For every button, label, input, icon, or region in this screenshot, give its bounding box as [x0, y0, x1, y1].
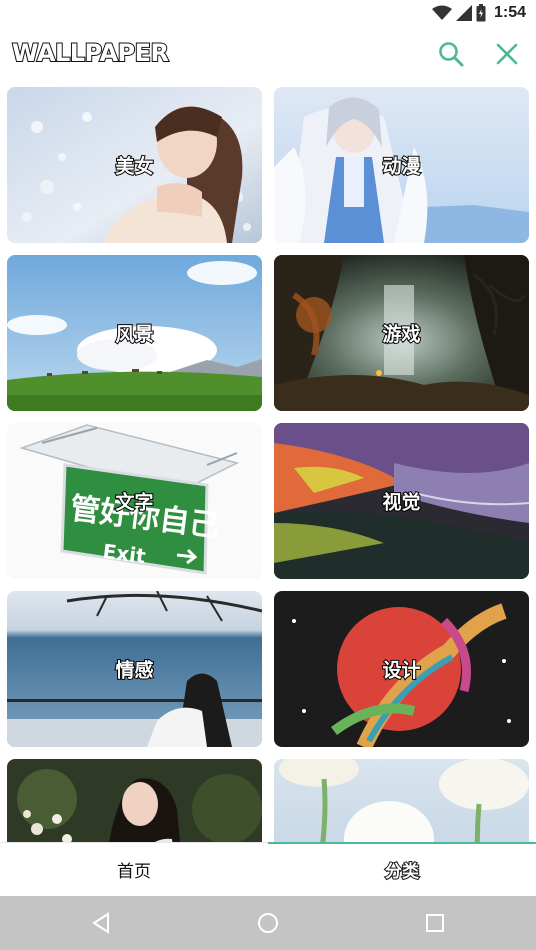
category-label: 动漫: [381, 155, 421, 179]
category-card-text[interactable]: 管好你自己 Exit 文字: [7, 423, 262, 579]
tab-home-label: 首页: [117, 862, 151, 882]
story-photo: [274, 759, 529, 842]
category-label: 游戏: [381, 323, 421, 347]
status-icons: 1:54: [431, 2, 526, 24]
category-card-visual[interactable]: 视觉: [274, 423, 529, 579]
category-card-beauty[interactable]: 美女: [7, 87, 262, 243]
category-card-celebrity[interactable]: 明星: [7, 759, 262, 842]
home-icon: [258, 913, 278, 933]
close-icon: [496, 43, 518, 65]
tab-categories-label: 分类: [384, 861, 420, 883]
close-button[interactable]: [491, 38, 523, 70]
wifi-icon: [431, 5, 452, 20]
search-button[interactable]: [435, 38, 467, 70]
category-card-scenery[interactable]: 风景: [7, 255, 262, 411]
tab-categories[interactable]: 分类: [268, 842, 536, 896]
back-icon: [92, 912, 109, 934]
category-label: 情感: [114, 659, 154, 683]
category-label: 文字: [114, 491, 154, 515]
bottom-tab-bar: 首页 分类: [0, 842, 536, 896]
recents-button[interactable]: [422, 910, 448, 936]
category-label: 风景: [114, 323, 154, 347]
app-header: WALLPAPER: [0, 26, 536, 82]
category-card-games[interactable]: 游戏: [274, 255, 529, 411]
search-icon: [439, 42, 464, 67]
status-time: 1:54: [493, 4, 526, 21]
app-title: WALLPAPER: [11, 38, 170, 68]
category-card-design[interactable]: 设计: [274, 591, 529, 747]
back-button[interactable]: [88, 910, 114, 936]
celebrity-photo: [7, 759, 262, 842]
active-tab-indicator: [268, 842, 536, 844]
tab-home[interactable]: 首页: [0, 843, 268, 896]
recents-icon: [426, 914, 444, 932]
category-label: 视觉: [381, 491, 421, 515]
category-label: 设计: [381, 659, 421, 683]
signal-icon: [455, 5, 472, 21]
system-nav-bar: [0, 896, 536, 950]
battery-icon: [476, 4, 486, 22]
category-grid: 美女 动漫 风景 游戏 管好你自己 Exit 文字 视觉 情感 设计: [0, 86, 536, 842]
status-bar: 1:54: [0, 0, 536, 26]
category-label: 美女: [114, 155, 154, 179]
home-button[interactable]: [255, 910, 281, 936]
category-card-anime[interactable]: 动漫: [274, 87, 529, 243]
category-card-emotion[interactable]: 情感: [7, 591, 262, 747]
category-card-story[interactable]: 物语: [274, 759, 529, 842]
